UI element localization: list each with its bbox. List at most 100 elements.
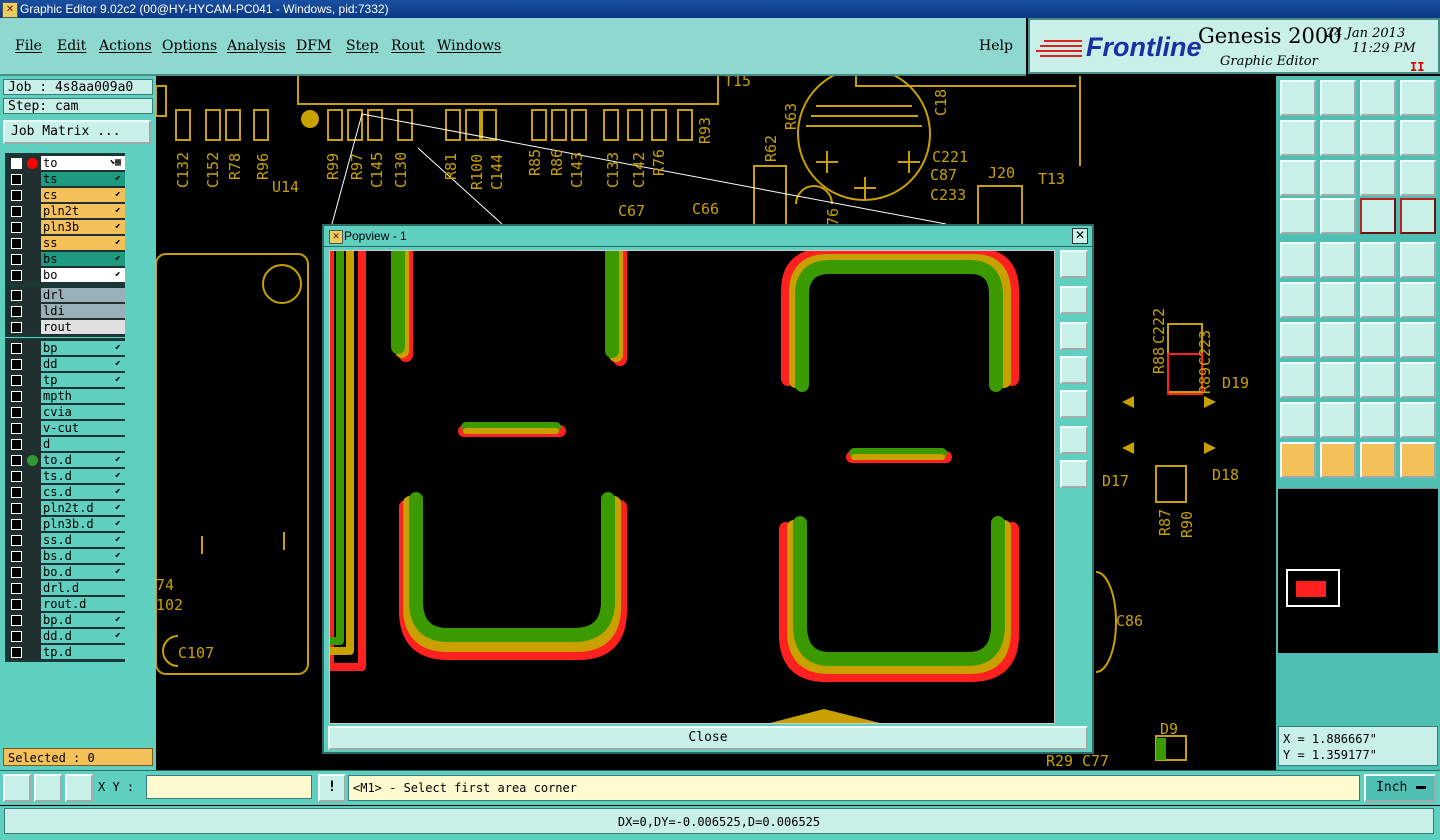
job-matrix-button[interactable]: Job Matrix ... (3, 120, 151, 144)
line-tool-icon[interactable] (1280, 322, 1316, 358)
menu-edit[interactable]: Edit (57, 38, 86, 54)
home-tool-icon[interactable] (1280, 80, 1316, 116)
layer-name[interactable]: pln2t.d ⬋ (41, 501, 125, 515)
layer-checkbox[interactable] (11, 631, 22, 642)
layer-row-ss-d[interactable]: ss.d ⬋ (7, 532, 125, 548)
select-tool-icon[interactable] (1280, 242, 1316, 278)
layer-row-tp-d[interactable]: tp.d (7, 644, 125, 660)
cross-tool-icon[interactable] (1320, 282, 1356, 318)
layer-checkbox[interactable] (11, 503, 22, 514)
layer-row-drl[interactable]: drl (7, 287, 125, 303)
popview-zoom-out-button[interactable] (1060, 460, 1088, 488)
measure-ruler-tool-icon[interactable] (1360, 242, 1396, 278)
layer-checkbox[interactable] (11, 535, 22, 546)
layer-row-ts[interactable]: ts ⬋ (7, 171, 125, 187)
layer-name[interactable]: cs.d ⬋ (41, 485, 125, 499)
layer-name[interactable]: v-cut (41, 421, 125, 435)
layer-checkbox[interactable] (11, 471, 22, 482)
pan-left-tool-icon[interactable] (1280, 120, 1316, 156)
pen-tool-icon[interactable] (1400, 282, 1436, 318)
menu-windows[interactable]: Windows (437, 38, 501, 54)
layer-name[interactable]: to ⬊▦ (41, 156, 125, 170)
menu-step[interactable]: Step (346, 38, 378, 54)
layer-name[interactable]: tp.d (41, 645, 125, 659)
grid-tool-icon[interactable] (1320, 198, 1356, 234)
layer-checkbox[interactable] (11, 322, 22, 333)
redo-zoom-tool-icon[interactable] (1400, 120, 1436, 156)
menu-dfm[interactable]: DFM (296, 38, 331, 54)
layer-row-pln3b-d[interactable]: pln3b.d ⬋ (7, 516, 125, 532)
layer-row-v-cut[interactable]: v-cut (7, 420, 125, 436)
popview-pan-up-button[interactable] (1060, 286, 1088, 314)
layer-name[interactable]: dd.d ⬋ (41, 629, 125, 643)
pan-right-tool-icon[interactable] (1320, 120, 1356, 156)
layer-name[interactable]: rout (41, 320, 125, 334)
fit-window-tool-icon[interactable] (1400, 80, 1436, 116)
triangle-tool-icon[interactable] (1280, 402, 1316, 438)
layer-name[interactable]: pln3b.d ⬋ (41, 517, 125, 531)
layer-row-bo-d[interactable]: bo.d ⬋ (7, 564, 125, 580)
popview-zoom-tool-button[interactable] (1060, 250, 1088, 278)
grid-tool-button[interactable] (65, 774, 93, 802)
layer-row-pln3b[interactable]: pln3b ⬋ (7, 219, 125, 235)
app-icon[interactable]: ✕ (2, 2, 18, 18)
warning-button[interactable]: ! (318, 774, 346, 802)
popview-close-icon[interactable]: ✕ (1072, 228, 1088, 244)
layer-name[interactable]: dd ⬋ (41, 357, 125, 371)
layer-name[interactable]: ts ⬋ (41, 172, 125, 186)
layer-row-bs[interactable]: bs ⬋ (7, 251, 125, 267)
layer-row-bo[interactable]: bo ⬋ (7, 267, 125, 283)
layer-name[interactable]: bp ⬋ (41, 341, 125, 355)
layer-row-rout[interactable]: rout (7, 319, 125, 335)
group-tool-icon[interactable] (1400, 362, 1436, 398)
layer-checkbox[interactable] (11, 615, 22, 626)
layer-checkbox[interactable] (11, 238, 22, 249)
layer-checkbox[interactable] (11, 487, 22, 498)
layer-name[interactable]: bo.d ⬋ (41, 565, 125, 579)
rotate-tool-icon[interactable] (1360, 322, 1396, 358)
layer-name[interactable]: cvia (41, 405, 125, 419)
layer-row-cvia[interactable]: cvia (7, 404, 125, 420)
popview-close-button[interactable]: Close (328, 726, 1088, 750)
cut-tool-icon[interactable] (1320, 362, 1356, 398)
layer-checkbox[interactable] (11, 359, 22, 370)
menu-help[interactable]: Help (979, 38, 1013, 54)
layer-checkbox[interactable] (11, 158, 22, 169)
mirror-tool-icon[interactable] (1400, 322, 1436, 358)
layer-name[interactable]: ts.d ⬋ (41, 469, 125, 483)
layer-name[interactable]: drl (41, 288, 125, 302)
layer-checkbox[interactable] (11, 423, 22, 434)
popview-zoom-in-button[interactable] (1060, 426, 1088, 454)
connect-tool-icon[interactable] (1280, 282, 1316, 318)
layer-row-cs[interactable]: cs ⬋ (7, 187, 125, 203)
pause-indicator[interactable]: II (1410, 60, 1424, 74)
undo-zoom-tool-icon[interactable] (1360, 120, 1396, 156)
snap-red2-tool-icon[interactable] (1400, 198, 1436, 234)
draw-tool-icon[interactable] (1320, 242, 1356, 278)
measure-tool-button[interactable] (34, 774, 62, 802)
pointer-tool-icon[interactable] (1280, 442, 1316, 478)
zoom-1-2-tool-icon[interactable] (1360, 160, 1396, 196)
layer-row-to[interactable]: to ⬊▦ (7, 155, 125, 171)
popview-canvas[interactable] (329, 250, 1055, 724)
layer-row-dd[interactable]: dd ⬋ (7, 356, 125, 372)
pointer-box-tool-icon[interactable] (1320, 442, 1356, 478)
triangle4-tool-icon[interactable] (1400, 402, 1436, 438)
layer-name[interactable]: drl.d (41, 581, 125, 595)
layer-row-bs-d[interactable]: bs.d ⬋ (7, 548, 125, 564)
layer-checkbox[interactable] (11, 270, 22, 281)
layer-checkbox[interactable] (11, 174, 22, 185)
zoom-center-tool-icon[interactable] (1320, 160, 1356, 196)
bbox-tool-icon[interactable] (1360, 362, 1396, 398)
layer-name[interactable]: tp ⬋ (41, 373, 125, 387)
layer-name[interactable]: cs ⬋ (41, 188, 125, 202)
layer-name[interactable]: mpth (41, 389, 125, 403)
triangle3-tool-icon[interactable] (1360, 402, 1396, 438)
layer-checkbox[interactable] (11, 375, 22, 386)
layer-name[interactable]: to.d ⬋ (41, 453, 125, 467)
layer-checkbox[interactable] (11, 290, 22, 301)
layer-row-drl-d[interactable]: drl.d (7, 580, 125, 596)
popview-pan-down-button[interactable] (1060, 322, 1088, 350)
layer-checkbox[interactable] (11, 599, 22, 610)
layer-name[interactable]: ss.d ⬋ (41, 533, 125, 547)
